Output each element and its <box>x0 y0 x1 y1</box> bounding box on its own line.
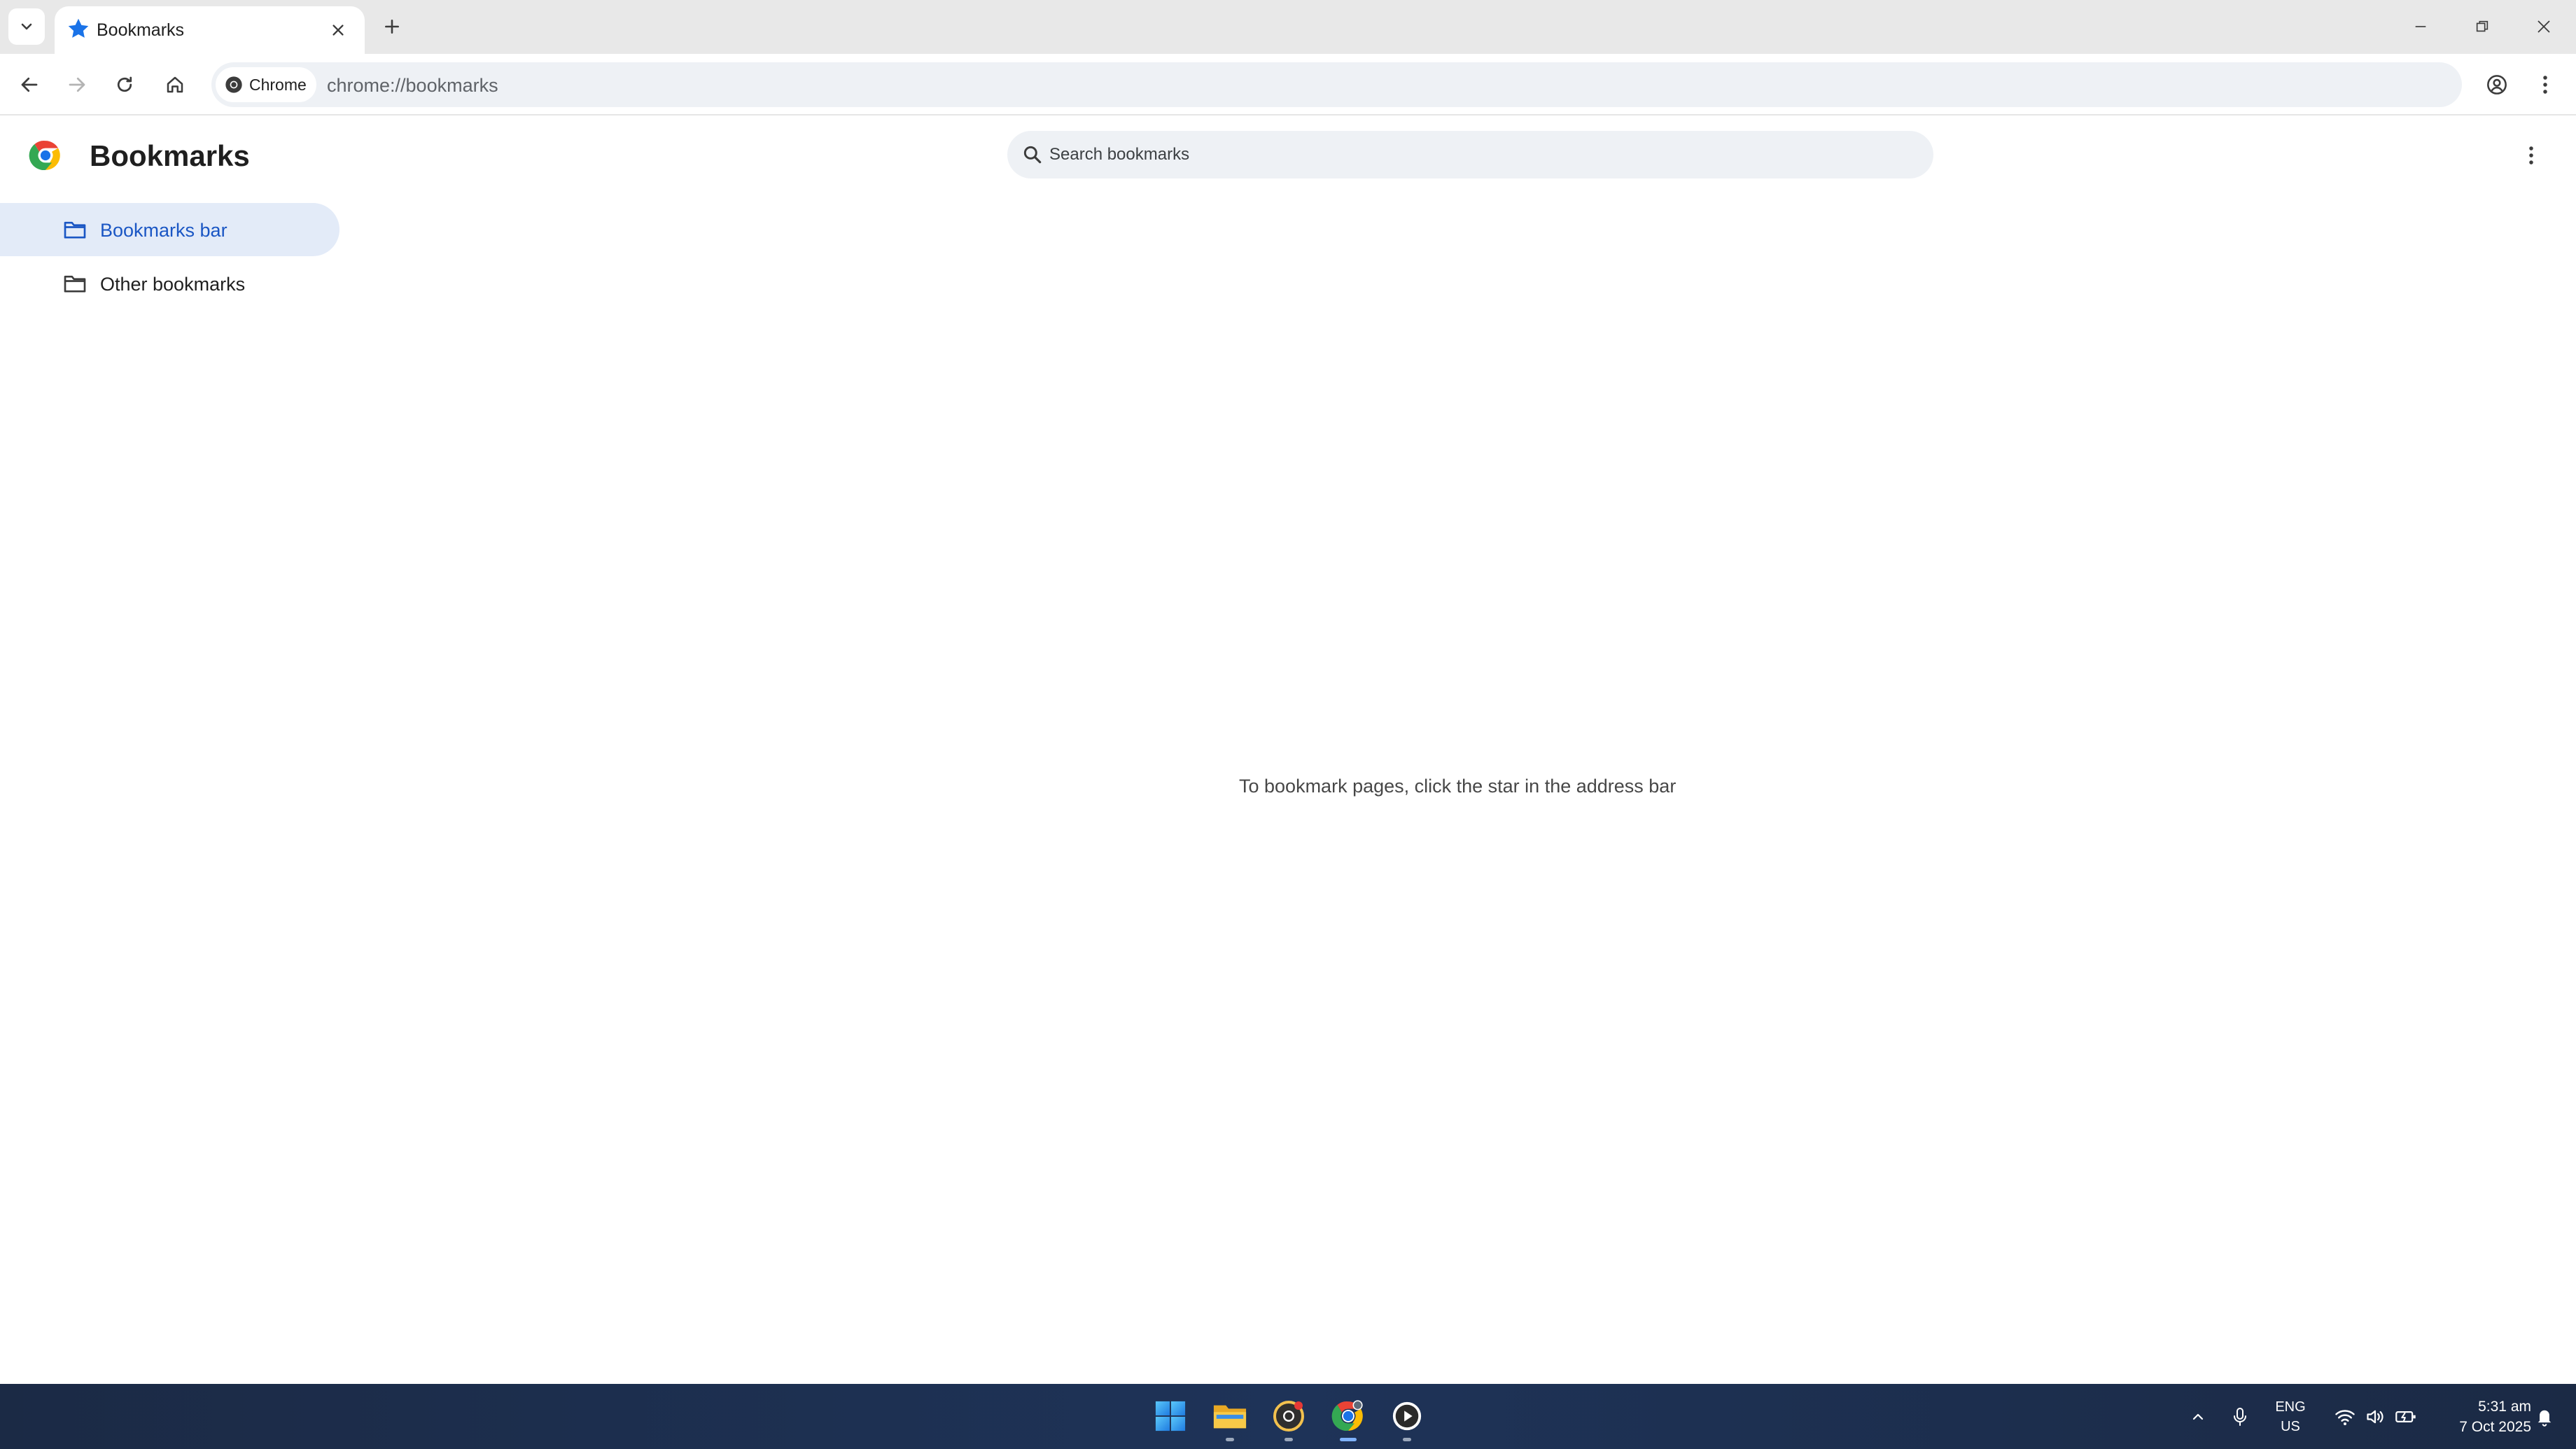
more-vert-icon <box>2529 146 2533 164</box>
tab-strip: Bookmarks <box>0 0 2576 54</box>
language-indicator[interactable]: ENG US <box>2265 1384 2316 1449</box>
more-vert-icon <box>2543 76 2547 94</box>
back-button[interactable] <box>13 68 46 102</box>
search-icon <box>1023 146 1042 164</box>
chrome-canary-icon <box>1273 1401 1304 1432</box>
home-button[interactable] <box>158 68 192 102</box>
taskbar-clock[interactable]: 5:31 am 7 Oct 2025 <box>2433 1396 2531 1437</box>
search-bookmarks-box[interactable] <box>1007 131 1933 178</box>
taskbar-file-explorer[interactable] <box>1208 1394 1252 1441</box>
show-hidden-icons-button[interactable] <box>2184 1384 2212 1449</box>
star-icon <box>68 18 89 38</box>
sidebar-item-other-bookmarks[interactable]: Other bookmarks <box>0 257 340 310</box>
running-indicator <box>1284 1438 1293 1441</box>
close-icon <box>332 24 344 36</box>
start-button[interactable] <box>1148 1394 1193 1438</box>
browser-toolbar: Chrome chrome://bookmarks <box>0 54 2576 115</box>
reload-icon <box>117 76 132 92</box>
search-bookmarks-input[interactable] <box>1049 131 1917 178</box>
forward-button[interactable] <box>60 68 94 102</box>
notifications-button[interactable] <box>2527 1384 2562 1449</box>
chrome-logo-icon <box>29 141 60 170</box>
media-player-icon <box>1392 1401 1422 1431</box>
taskbar-media-player[interactable] <box>1385 1394 1429 1441</box>
taskbar-chrome[interactable] <box>1326 1394 1371 1441</box>
profile-button[interactable] <box>2480 68 2514 102</box>
microphone-button[interactable] <box>2226 1384 2254 1449</box>
browser-menu-button[interactable] <box>2531 68 2559 102</box>
clock-time: 5:31 am <box>2478 1399 2531 1415</box>
minimize-icon <box>2415 26 2426 27</box>
bookmarks-page: Bookmarks Bookmarks bar Other bookmarks … <box>0 115 2576 1384</box>
windows-taskbar: ENG US 5:31 am 7 Oct 2025 <box>0 1384 2576 1449</box>
address-bar[interactable]: Chrome chrome://bookmarks <box>211 62 2462 107</box>
site-chip-label: Chrome <box>249 75 307 94</box>
profile-icon <box>2487 75 2507 94</box>
reload-button[interactable] <box>108 68 141 102</box>
sidebar-item-label: Bookmarks bar <box>100 220 227 241</box>
chevron-down-icon <box>21 23 32 30</box>
tab-search-button[interactable] <box>8 8 45 45</box>
language-line1: ENG <box>2275 1399 2306 1415</box>
quick-settings-button[interactable] <box>2327 1384 2425 1449</box>
running-indicator <box>1403 1438 1411 1441</box>
microphone-icon <box>2234 1407 2246 1426</box>
url-text[interactable]: chrome://bookmarks <box>327 75 498 97</box>
tab-close-button[interactable] <box>324 16 352 44</box>
restore-button[interactable] <box>2461 8 2503 45</box>
site-info-chip[interactable]: Chrome <box>216 67 316 102</box>
sidebar-item-bookmarks-bar[interactable]: Bookmarks bar <box>0 203 340 256</box>
home-icon <box>167 76 183 93</box>
battery-charging-icon <box>2395 1410 2416 1422</box>
taskbar-chrome-canary[interactable] <box>1266 1394 1311 1441</box>
arrow-left-icon <box>21 77 38 92</box>
clock-date: 7 Oct 2025 <box>2459 1419 2531 1435</box>
wifi-icon <box>2335 1409 2355 1425</box>
arrow-right-icon <box>69 77 85 92</box>
tab-bookmarks[interactable]: Bookmarks <box>55 6 365 54</box>
folder-icon <box>64 221 86 239</box>
folder-icon <box>64 275 86 293</box>
chrome-logo-icon <box>225 76 242 93</box>
language-line2: US <box>2281 1418 2300 1434</box>
sidebar-item-label: Other bookmarks <box>100 274 246 295</box>
active-indicator <box>1340 1438 1357 1441</box>
plus-icon <box>385 20 399 34</box>
new-tab-button[interactable] <box>377 11 407 42</box>
running-indicator <box>1226 1438 1234 1441</box>
close-icon <box>2538 20 2550 33</box>
tab-title: Bookmarks <box>97 20 185 40</box>
chevron-up-icon <box>2192 1413 2204 1420</box>
file-explorer-icon <box>1213 1405 1247 1429</box>
empty-state-message: To bookmark pages, click the star in the… <box>1239 776 1676 797</box>
page-title: Bookmarks <box>90 139 250 172</box>
chrome-icon <box>1331 1400 1363 1431</box>
minimize-button[interactable] <box>2400 8 2442 45</box>
volume-icon <box>2367 1410 2384 1423</box>
notification-bell-icon <box>2538 1410 2552 1427</box>
close-window-button[interactable] <box>2523 8 2565 45</box>
restore-icon <box>2476 20 2488 32</box>
start-icon <box>1155 1401 1186 1432</box>
organize-menu-button[interactable] <box>2517 138 2545 173</box>
